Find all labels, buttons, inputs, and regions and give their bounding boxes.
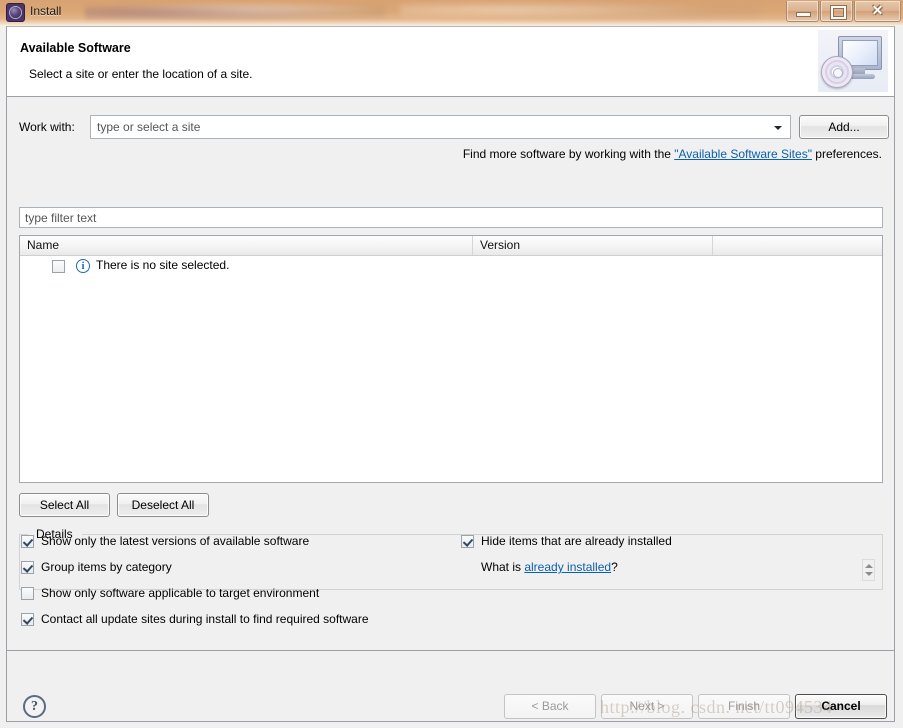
titlebar-blur-right <box>400 0 760 20</box>
page-title: Available Software <box>20 41 131 55</box>
dialog-footer: ? < Back Next > Finish Cancel <box>7 651 894 721</box>
whatis-prefix: What is <box>481 560 525 574</box>
window-title: Install <box>30 4 62 18</box>
page-subtitle: Select a site or enter the location of a… <box>29 67 253 81</box>
table-header-row: Name Version <box>20 236 882 256</box>
row-name-label: There is no site selected. <box>96 258 230 272</box>
wizard-header: Available Software Select a site or ente… <box>7 27 894 97</box>
maximize-icon <box>831 6 846 19</box>
install-dialog-window: Install ✕ Available Software Select a si… <box>0 0 903 728</box>
checkbox[interactable] <box>21 587 34 600</box>
what-is-already-installed: What is already installed? <box>481 560 618 574</box>
column-header-version[interactable]: Version <box>473 236 713 255</box>
chevron-up-icon[interactable] <box>865 564 873 568</box>
minimize-icon <box>796 12 811 17</box>
already-installed-link[interactable]: already installed <box>524 560 611 574</box>
disc-icon <box>821 56 853 88</box>
hint-suffix: preferences. <box>811 147 882 161</box>
work-with-input[interactable]: type or select a site <box>97 120 200 134</box>
work-with-label: Work with: <box>19 120 75 134</box>
help-button[interactable]: ? <box>23 695 46 718</box>
whatis-suffix: ? <box>611 560 618 574</box>
option-label: Hide items that are already installed <box>481 534 672 548</box>
close-button[interactable]: ✕ <box>854 1 901 22</box>
available-software-sites-link[interactable]: "Available Software Sites" <box>674 147 812 161</box>
chevron-down-icon[interactable] <box>774 126 782 130</box>
finish-button[interactable]: Finish <box>698 694 790 719</box>
cancel-button[interactable]: Cancel <box>795 694 887 719</box>
option-label: Show only software applicable to target … <box>41 586 320 600</box>
row-checkbox[interactable] <box>52 260 65 273</box>
monitor-with-disc-icon <box>818 30 888 92</box>
hint-prefix: Find more software by working with the <box>462 147 675 161</box>
checkbox[interactable] <box>21 561 34 574</box>
eclipse-gear-icon <box>7 4 24 21</box>
deselect-all-button[interactable]: Deselect All <box>117 493 209 517</box>
work-with-combo[interactable]: type or select a site <box>90 115 791 139</box>
filter-input[interactable]: type filter text <box>19 207 883 228</box>
option-label: Show only the latest versions of availab… <box>41 534 310 548</box>
column-header-name[interactable]: Name <box>20 236 473 255</box>
next-button[interactable]: Next > <box>601 694 693 719</box>
select-all-button[interactable]: Select All <box>19 493 110 517</box>
scroll-spinner[interactable] <box>862 559 875 581</box>
column-header-blank[interactable] <box>713 236 882 255</box>
back-button[interactable]: < Back <box>504 694 596 719</box>
table-row[interactable]: i There is no site selected. <box>20 255 882 277</box>
dialog-frame: Available Software Select a site or ente… <box>6 26 895 722</box>
maximize-button[interactable] <box>820 1 853 22</box>
available-software-table[interactable]: Name Version i There is no site selected… <box>19 235 883 483</box>
add-site-button[interactable]: Add... <box>799 115 889 139</box>
option-label: Group items by category <box>41 560 172 574</box>
title-bar: Install ✕ <box>0 0 903 26</box>
option-label: Contact all update sites during install … <box>41 612 369 626</box>
filter-placeholder: type filter text <box>25 211 97 225</box>
checkbox[interactable] <box>21 535 34 548</box>
close-icon: ✕ <box>871 4 884 19</box>
chevron-down-icon[interactable] <box>865 572 873 576</box>
info-icon: i <box>76 259 90 273</box>
dialog-content: Work with: type or select a site Add... … <box>7 97 894 650</box>
checkbox[interactable] <box>21 613 34 626</box>
work-with-row: Work with: type or select a site Add... <box>7 115 894 141</box>
titlebar-blur-left <box>85 2 385 20</box>
window-controls: ✕ <box>785 1 901 22</box>
minimize-button[interactable] <box>786 1 819 22</box>
checkbox[interactable] <box>461 535 474 548</box>
available-software-sites-hint: Find more software by working with the "… <box>463 147 882 161</box>
